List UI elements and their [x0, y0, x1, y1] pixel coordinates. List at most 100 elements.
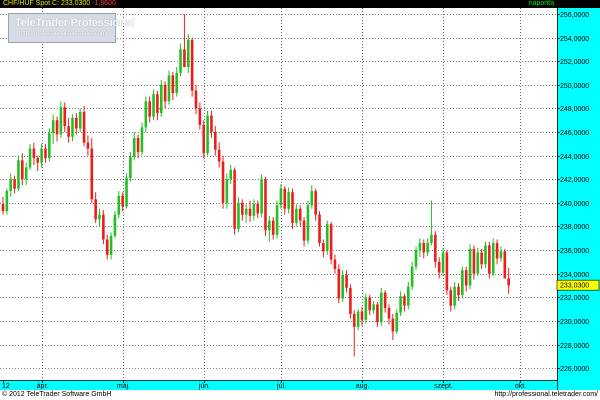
- candle: [318, 211, 321, 247]
- candle-body: [503, 251, 507, 279]
- candle-body: [399, 296, 402, 313]
- candle: [325, 220, 329, 255]
- footer: © 2012 TeleTrader Software GmbH http://p…: [0, 390, 600, 400]
- candle-body: [210, 115, 213, 132]
- candle-body: [175, 72, 178, 94]
- candle-body: [9, 179, 13, 192]
- watermark-brand: TeleTrader Professional: [15, 17, 135, 29]
- candle: [190, 37, 194, 97]
- candle-body: [225, 179, 229, 203]
- candle-body: [71, 117, 74, 137]
- candle-body: [495, 243, 499, 259]
- candle-body: [391, 318, 395, 332]
- candle-body: [132, 137, 136, 157]
- candle: [125, 173, 128, 209]
- candle-body: [345, 274, 348, 288]
- candle-body: [75, 117, 78, 129]
- candle-body: [368, 297, 371, 311]
- instrument-info[interactable]: CHF/HUF Spot C: 233,0300 -1,8600: [3, 0, 116, 8]
- candle-body: [325, 224, 329, 252]
- candle-body: [36, 157, 40, 163]
- marker-label: 233,0300: [560, 283, 589, 290]
- y-tick-label: 226,0000: [560, 366, 589, 373]
- candle-body: [403, 296, 406, 306]
- candle-body: [352, 313, 356, 327]
- candle-body: [414, 250, 418, 267]
- candle-body: [333, 259, 337, 269]
- y-tick-label: 256,0000: [560, 12, 589, 19]
- candle: [349, 284, 352, 319]
- candle-body: [341, 274, 344, 299]
- footer-url[interactable]: http://professional.teletrader.com/: [495, 391, 599, 398]
- candle-body: [17, 160, 20, 189]
- candle-body: [159, 84, 163, 114]
- close-label: C:: [52, 0, 60, 7]
- y-tick-label: 240,0000: [560, 201, 589, 208]
- y-tick-label: 238,0000: [560, 224, 589, 231]
- candle-body: [13, 179, 16, 189]
- y-tick-label: 248,0000: [560, 106, 589, 113]
- frequency-label[interactable]: naponta: [529, 0, 554, 8]
- candle-body: [217, 149, 221, 162]
- candle-body: [140, 127, 144, 153]
- candle-body: [298, 208, 302, 221]
- candle-body: [356, 311, 360, 327]
- candle: [364, 293, 368, 324]
- candle-body: [480, 252, 483, 265]
- candle-body: [183, 49, 186, 68]
- x-tick-label: aug.: [356, 383, 370, 390]
- candle-body: [441, 252, 445, 273]
- candle-body: [360, 311, 364, 320]
- candle-body: [167, 75, 171, 102]
- candle-body: [476, 252, 480, 274]
- candle-body: [310, 191, 314, 206]
- candle-body: [163, 84, 167, 102]
- candle: [461, 266, 464, 299]
- candle-body: [148, 101, 151, 117]
- candle-body: [426, 243, 429, 253]
- candle-body: [329, 224, 333, 260]
- candle-body: [44, 148, 47, 158]
- candle-body: [410, 266, 414, 287]
- candle-body: [383, 292, 387, 308]
- candle-body: [252, 204, 256, 216]
- candle-body: [268, 220, 271, 231]
- candle-body: [376, 304, 379, 323]
- candle-body: [244, 208, 248, 215]
- candle-body: [63, 107, 67, 127]
- candle-body: [507, 278, 510, 286]
- candle-body: [445, 252, 449, 291]
- candle: [140, 122, 144, 156]
- candle-body: [275, 205, 279, 235]
- candle: [159, 80, 163, 117]
- candle-body: [40, 148, 43, 163]
- candle: [341, 270, 344, 303]
- x-tick-label: szept.: [434, 383, 453, 390]
- candle-body: [117, 195, 121, 215]
- candle-body: [206, 115, 209, 154]
- candle: [468, 244, 472, 290]
- candle-body: [453, 286, 456, 306]
- candle-body: [461, 270, 464, 295]
- candle-body: [488, 245, 491, 274]
- candle-body: [349, 287, 352, 314]
- candle-body: [28, 148, 32, 168]
- watermark-url: http://professional.teletrader.com/: [19, 31, 108, 37]
- candle-body: [21, 160, 24, 180]
- candle-body: [86, 142, 90, 149]
- candle-body: [418, 243, 422, 251]
- candle-body: [129, 156, 132, 179]
- candle-body: [248, 208, 252, 216]
- x-tick-label: máj.: [117, 383, 130, 390]
- candle: [102, 209, 105, 245]
- candle-body: [464, 270, 468, 286]
- candle-body: [67, 126, 70, 137]
- candle: [337, 264, 341, 304]
- y-tick-label: 236,0000: [560, 248, 589, 255]
- candle-body: [198, 108, 202, 125]
- candle: [202, 120, 206, 158]
- candle-body: [190, 39, 194, 91]
- candle: [48, 128, 51, 162]
- candle: [264, 176, 267, 236]
- candle: [167, 70, 171, 105]
